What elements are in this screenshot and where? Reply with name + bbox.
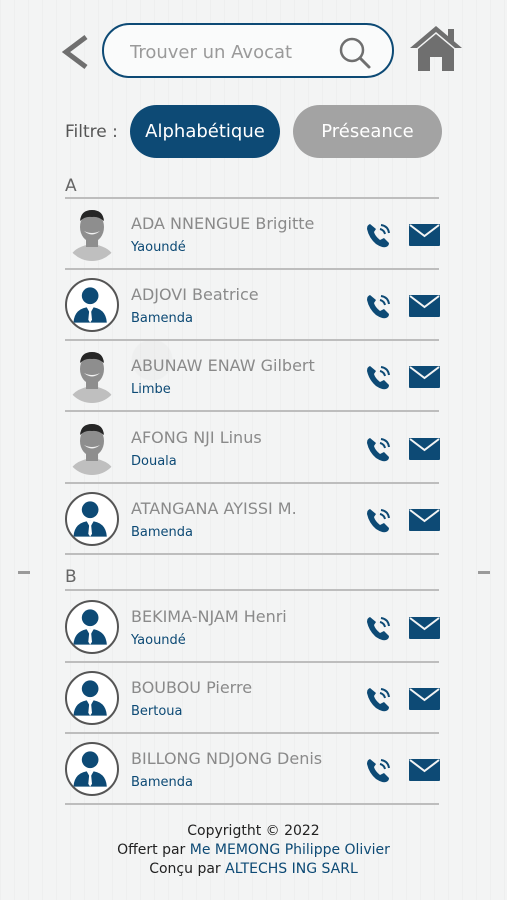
lawyer-city: Bamenda xyxy=(131,524,194,540)
mail-icon[interactable] xyxy=(409,295,440,318)
filter-label: Filtre : xyxy=(65,122,118,142)
phone-icon[interactable] xyxy=(365,506,393,534)
section-divider xyxy=(65,197,439,199)
search-input[interactable] xyxy=(128,38,332,66)
lawyer-name[interactable]: BEKIMA-NJAM Henri xyxy=(131,607,287,626)
filter-bar: Filtre : Alphabétique Préseance xyxy=(0,103,507,159)
mail-icon[interactable] xyxy=(409,617,440,639)
user-avatar-icon xyxy=(65,742,119,797)
chevron-left-icon[interactable] xyxy=(60,34,94,70)
list-item[interactable]: BOUBOU Pierre Bertoua xyxy=(65,664,440,735)
mail-icon[interactable] xyxy=(409,437,440,460)
mail-icon[interactable] xyxy=(409,688,440,711)
list-item[interactable]: BILLONG NDJONG Denis Bamenda xyxy=(65,735,440,806)
lawyer-name[interactable]: BILLONG NDJONG Denis xyxy=(131,749,322,768)
top-bar xyxy=(0,0,507,100)
list-item[interactable]: BEKIMA-NJAM Henri Yaoundé xyxy=(65,593,440,663)
row-divider xyxy=(65,410,439,413)
user-avatar-icon xyxy=(65,600,119,654)
lawyer-name[interactable]: ADA NNENGUE Brigitte xyxy=(131,214,314,233)
avatar-photo xyxy=(65,349,119,404)
row-divider xyxy=(65,339,439,342)
user-avatar-icon xyxy=(65,491,119,546)
section-header-a: A xyxy=(65,176,77,196)
lawyer-name[interactable]: ADJOVI Beatrice xyxy=(131,285,259,304)
list-item[interactable]: ADA NNENGUE Brigitte Yaoundé xyxy=(65,200,440,270)
row-divider xyxy=(65,552,439,555)
designed-by-line: Conçu par ALTECHS ING SARL xyxy=(0,860,507,879)
search-bar xyxy=(102,23,394,78)
lawyer-city: Douala xyxy=(131,453,177,469)
row-divider xyxy=(65,732,439,735)
lawyer-city: Yaoundé xyxy=(131,240,186,255)
home-icon[interactable] xyxy=(409,24,463,72)
list-item[interactable]: ATANGANA AYISSI M. Bamenda xyxy=(65,485,440,555)
scroll-edge-marker-left xyxy=(18,571,30,574)
phone-icon[interactable] xyxy=(365,435,393,463)
section-header-b: B xyxy=(65,567,77,587)
row-divider xyxy=(65,268,439,270)
designed-by-name[interactable]: ALTECHS ING SARL xyxy=(225,861,358,877)
footer: Copyrigtht © 2022 Offert par Me MEMONG P… xyxy=(0,822,507,879)
row-divider xyxy=(65,481,439,484)
lawyer-name[interactable]: ABUNAW ENAW Gilbert xyxy=(131,356,315,375)
phone-icon[interactable] xyxy=(365,685,393,713)
avatar-photo xyxy=(65,207,119,261)
mail-icon[interactable] xyxy=(409,366,440,389)
lawyer-name[interactable]: BOUBOU Pierre xyxy=(131,678,252,697)
offered-by-prefix: Offert par xyxy=(117,842,190,858)
mail-icon[interactable] xyxy=(409,759,440,782)
phone-icon[interactable] xyxy=(365,756,393,784)
user-avatar-icon xyxy=(65,278,119,333)
lawyer-city: Bamenda xyxy=(131,775,194,791)
phone-icon[interactable] xyxy=(365,614,393,642)
row-divider xyxy=(65,661,439,663)
filter-precedence-button[interactable]: Préseance xyxy=(293,105,442,158)
designed-by-prefix: Conçu par xyxy=(149,861,226,877)
list-item[interactable]: ADJOVI Beatrice Bamenda xyxy=(65,271,440,342)
scroll-edge-marker-right xyxy=(478,571,490,574)
phone-icon[interactable] xyxy=(365,363,393,391)
mail-icon[interactable] xyxy=(409,508,440,531)
phone-icon[interactable] xyxy=(365,292,393,320)
lawyer-name[interactable]: ATANGANA AYISSI M. xyxy=(131,499,297,518)
copyright-text: Copyrigtht © 2022 xyxy=(187,823,320,839)
mail-icon[interactable] xyxy=(409,224,440,246)
filter-alphabetical-button[interactable]: Alphabétique xyxy=(130,105,280,158)
section-divider xyxy=(65,589,439,591)
lawyer-city: Limbe xyxy=(131,382,171,398)
lawyer-name[interactable]: AFONG NJI Linus xyxy=(131,428,262,447)
lawyer-city: Bertoua xyxy=(131,704,183,720)
avatar-photo xyxy=(65,421,119,475)
offered-by-line: Offert par Me MEMONG Philippe Olivier xyxy=(0,841,507,860)
user-avatar-icon xyxy=(65,671,119,726)
lawyer-city: Yaoundé xyxy=(131,633,186,648)
offered-by-name[interactable]: Me MEMONG Philippe Olivier xyxy=(190,842,390,858)
phone-icon[interactable] xyxy=(365,221,393,249)
search-icon[interactable] xyxy=(338,36,372,70)
list-item[interactable]: AFONG NJI Linus Douala xyxy=(65,414,440,484)
list-item[interactable]: ABUNAW ENAW Gilbert Limbe xyxy=(65,342,440,413)
row-divider xyxy=(65,803,439,806)
lawyer-city: Bamenda xyxy=(131,311,194,327)
